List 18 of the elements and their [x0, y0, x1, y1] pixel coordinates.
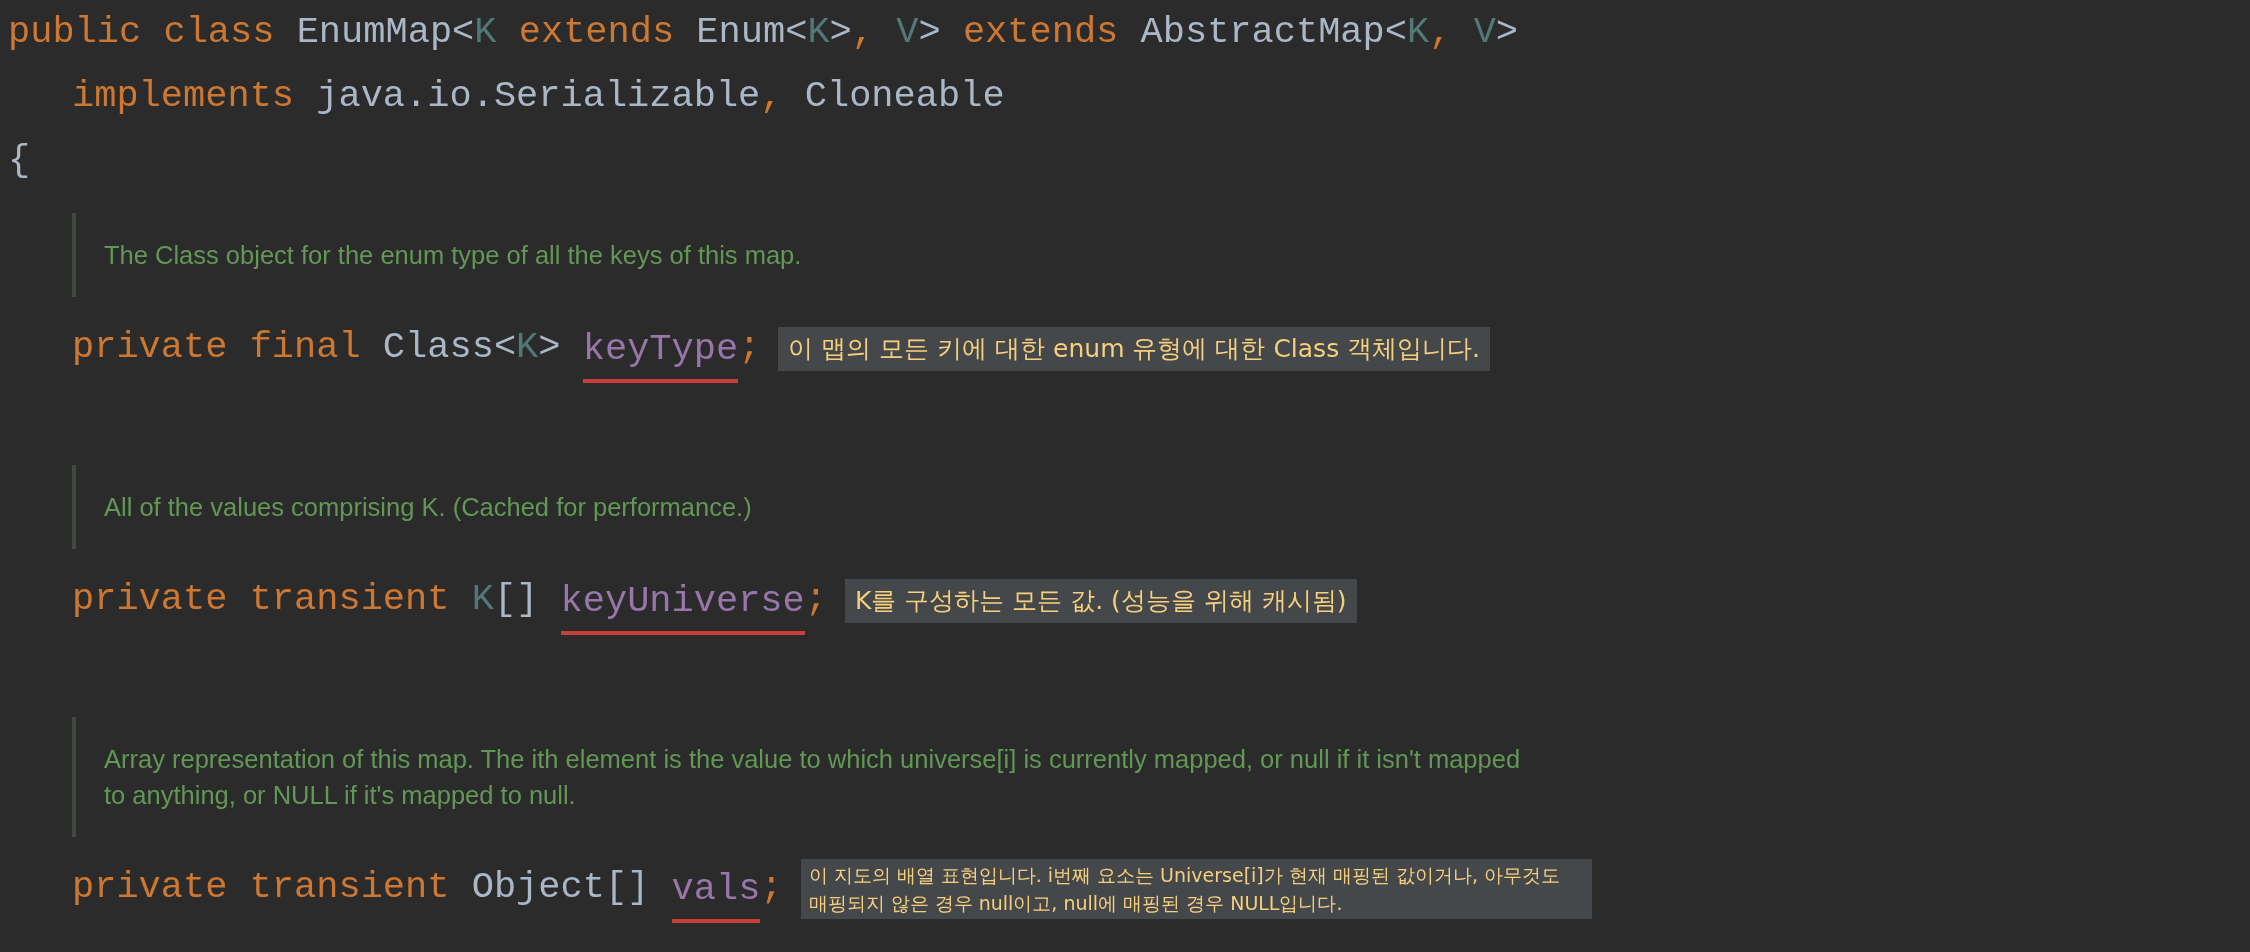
- translation-tooltip: 이 지도의 배열 표현입니다. i번째 요소는 Universe[i]가 현재 매핑된 값이거나, 아무것도 매핑되지 않은 경우 null이고, null에 매핑된 경우 NULL입니다.: [800, 859, 1592, 919]
- field-name: keyType: [582, 319, 739, 383]
- code-line: implements java.io.Serializable, Cloneable: [72, 74, 1005, 119]
- code-text: private transient K[]: [72, 577, 540, 622]
- code-text: ;: [804, 577, 827, 622]
- translation-tooltip: K를 구성하는 모든 값. (성능을 위해 캐시됨): [845, 579, 1357, 623]
- code-text: ;: [760, 865, 783, 910]
- code-text: private final Class<K>: [72, 325, 562, 370]
- doc-comment-text: Array representation of this map. The ith element is the value to which universe[i] is currently mapped, or null if it isn't mapped to anything, or NULL if it's mapped to null.: [104, 744, 1522, 811]
- translation-tooltip: 이 맵의 모든 키에 대한 enum 유형에 대한 Class 객체입니다.: [778, 327, 1491, 371]
- code-line: public class EnumMap<K extends Enum<K>, V> extends AbstractMap<K, V>: [8, 10, 1519, 55]
- doc-comment-text: The Class object for the enum type of all the keys of this map.: [104, 240, 803, 271]
- doc-comment-text: All of the values comprising K. (Cached for performance.): [104, 492, 753, 523]
- field-name: keyUniverse: [560, 571, 805, 635]
- code-text: private transient Object[]: [72, 865, 651, 910]
- field-name: vals: [671, 859, 761, 923]
- code-text: ;: [738, 325, 761, 370]
- code-line: {: [8, 138, 31, 183]
